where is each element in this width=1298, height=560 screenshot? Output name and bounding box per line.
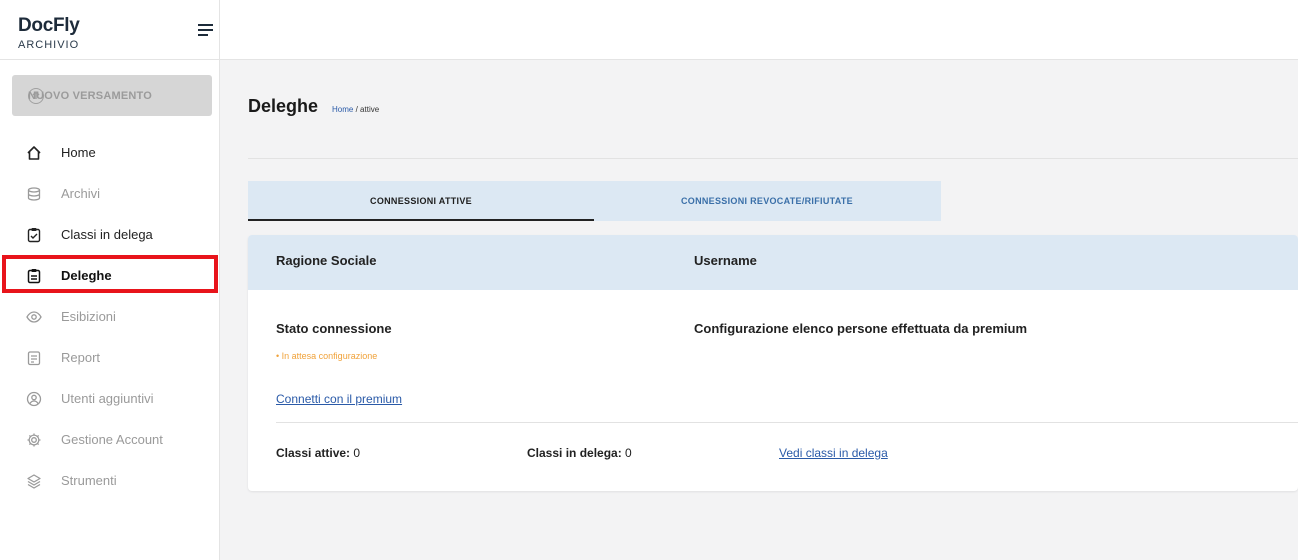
gear-icon bbox=[26, 432, 42, 448]
sidebar-item-label: Home bbox=[61, 145, 96, 160]
page-title: Deleghe bbox=[248, 96, 319, 116]
configuration-text: Configurazione elenco persone effettuata… bbox=[694, 321, 1027, 336]
vedi-classi-link[interactable]: Vedi classi in delega bbox=[779, 446, 888, 460]
breadcrumb-current: / attive bbox=[355, 105, 380, 114]
classi-delega-stat: Classi in delega: 0 bbox=[527, 446, 632, 460]
app-logo-subtitle: ARCHIVIO bbox=[18, 39, 80, 51]
sidebar-item-classi-in-delega[interactable]: Classi in delega bbox=[0, 214, 220, 255]
connection-status-badge: • In attesa configurazione bbox=[276, 351, 378, 361]
sidebar-item-label: Strumenti bbox=[61, 473, 117, 488]
sidebar-item-label: Report bbox=[61, 350, 101, 365]
layers-icon bbox=[26, 473, 42, 489]
classi-attive-value: 0 bbox=[353, 446, 361, 460]
sidebar-item-label: Utenti aggiuntivi bbox=[61, 391, 154, 406]
sidebar-item-esibizioni[interactable]: Esibizioni bbox=[0, 296, 220, 337]
sidebar-item-utenti-aggiuntivi[interactable]: Utenti aggiuntivi bbox=[0, 378, 220, 419]
page-header: Deleghe Home / attive bbox=[248, 96, 379, 117]
classi-attive-label: Classi attive: bbox=[276, 446, 351, 460]
tab-connessioni-attive[interactable]: CONNESSIONI ATTIVE bbox=[248, 181, 594, 221]
column-header-ragione-sociale: Ragione Sociale bbox=[276, 253, 377, 268]
sidebar-item-gestione-account[interactable]: Gestione Account bbox=[0, 419, 220, 460]
connection-status-label: Stato connessione bbox=[276, 321, 392, 336]
column-header-username: Username bbox=[694, 253, 757, 268]
sidebar-item-label: Esibizioni bbox=[61, 309, 116, 324]
sidebar-nav: Home Archivi Classi in delega Deleghe Es… bbox=[0, 132, 220, 501]
sidebar-item-label: Gestione Account bbox=[61, 432, 163, 447]
connection-tabs: CONNESSIONI ATTIVE CONNESSIONI REVOCATE/… bbox=[248, 181, 941, 221]
divider bbox=[248, 158, 1298, 159]
connect-premium-link[interactable]: Connetti con il premium bbox=[276, 392, 402, 406]
sidebar-item-label: Classi in delega bbox=[61, 227, 153, 242]
report-icon bbox=[26, 350, 42, 366]
sidebar-item-report[interactable]: Report bbox=[0, 337, 220, 378]
top-bar bbox=[220, 0, 1298, 60]
sidebar-item-strumenti[interactable]: Strumenti bbox=[0, 460, 220, 501]
tab-connessioni-revocate[interactable]: CONNESSIONI REVOCATE/RIFIUTATE bbox=[594, 181, 940, 221]
sidebar: DocFly ARCHIVIO NUOVO VERSAMENTO Home Ar… bbox=[0, 0, 220, 560]
eye-icon bbox=[26, 309, 42, 325]
classi-delega-label: Classi in delega: bbox=[527, 446, 622, 460]
card-header: Ragione Sociale Username bbox=[248, 235, 1298, 290]
card-divider bbox=[276, 422, 1298, 423]
clipboard-check-icon bbox=[26, 227, 42, 243]
new-deposit-label: NUOVO VERSAMENTO bbox=[28, 89, 153, 102]
breadcrumb: Home / attive bbox=[332, 105, 379, 114]
sidebar-item-archivi[interactable]: Archivi bbox=[0, 173, 220, 214]
new-deposit-button[interactable]: NUOVO VERSAMENTO bbox=[12, 75, 212, 116]
database-icon bbox=[26, 186, 42, 202]
sidebar-item-label: Archivi bbox=[61, 186, 101, 201]
highlight-annotation bbox=[2, 255, 218, 293]
classi-delega-value: 0 bbox=[625, 446, 632, 460]
classi-attive-stat: Classi attive: 0 bbox=[276, 446, 360, 460]
sidebar-item-home[interactable]: Home bbox=[0, 132, 220, 173]
user-circle-icon bbox=[26, 391, 42, 407]
connection-card: Ragione Sociale Username Stato connessio… bbox=[248, 235, 1298, 491]
menu-icon[interactable] bbox=[198, 24, 213, 36]
brand-header: DocFly ARCHIVIO bbox=[0, 0, 220, 60]
home-icon bbox=[26, 145, 42, 161]
breadcrumb-home-link[interactable]: Home bbox=[332, 105, 353, 114]
app-logo-title: DocFly bbox=[18, 15, 80, 36]
